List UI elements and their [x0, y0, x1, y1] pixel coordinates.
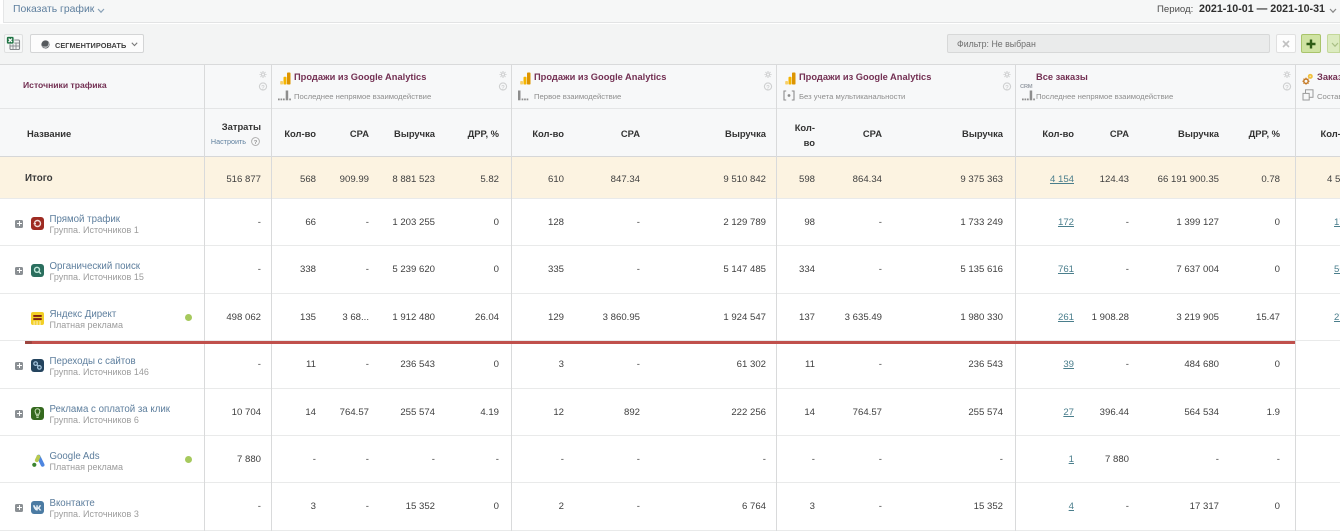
- svg-text:?: ?: [1005, 85, 1009, 91]
- svg-text:?: ?: [254, 139, 258, 145]
- svg-text:?: ?: [1285, 85, 1289, 91]
- svg-text:?: ?: [501, 85, 505, 91]
- svg-text:?: ?: [766, 85, 770, 91]
- svg-text:?: ?: [261, 85, 265, 91]
